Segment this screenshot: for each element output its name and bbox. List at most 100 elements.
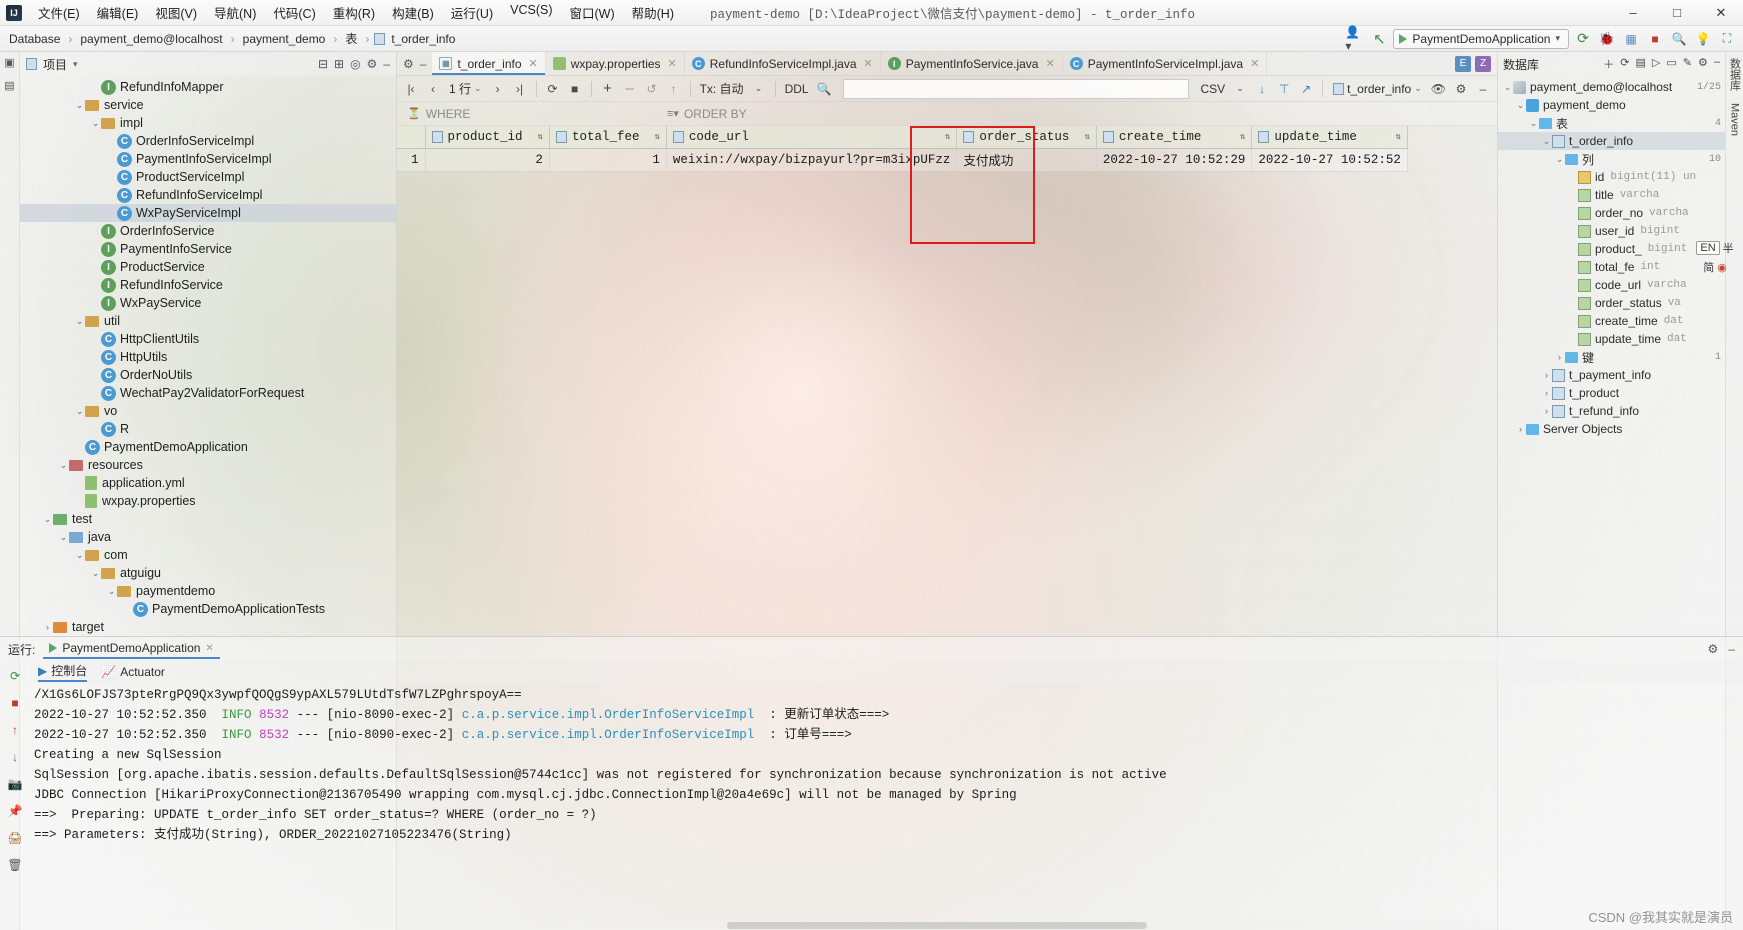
- chevron-down-icon[interactable]: ⌄: [74, 100, 85, 111]
- table-selector[interactable]: t_order_info ⌄: [1329, 82, 1426, 96]
- project-tree-item[interactable]: I ProductService: [20, 258, 396, 276]
- print-icon[interactable]: 🖨: [6, 829, 24, 847]
- scroll-down-icon[interactable]: ↓: [6, 748, 24, 766]
- sort-icon[interactable]: ⇅: [528, 132, 543, 142]
- project-tree-item[interactable]: C PaymentInfoServiceImpl: [20, 150, 396, 168]
- database-tree-item[interactable]: › t_product: [1498, 384, 1725, 402]
- project-tree-item[interactable]: ⌄ util: [20, 312, 396, 330]
- menu-item-edit[interactable]: 编辑(E): [89, 0, 147, 25]
- left-strip-icon-project[interactable]: ▣: [4, 56, 14, 69]
- ime-settings-icon[interactable]: ◉: [1717, 261, 1727, 274]
- menu-item-navigate[interactable]: 导航(N): [206, 0, 264, 25]
- project-tree-item[interactable]: C HttpClientUtils: [20, 330, 396, 348]
- database-tree-item[interactable]: code_url varcha: [1498, 276, 1725, 294]
- ddl-button[interactable]: DDL: [782, 82, 812, 96]
- settings-icon[interactable]: ⚙: [367, 57, 378, 71]
- close-icon[interactable]: ✕: [864, 57, 873, 70]
- zoom-chip[interactable]: Z: [1475, 55, 1491, 72]
- project-tree-item[interactable]: application.yml: [20, 474, 396, 492]
- close-button[interactable]: ✕: [1699, 0, 1743, 26]
- upload-icon[interactable]: ⊤: [1274, 79, 1294, 99]
- search-icon[interactable]: 🔍: [814, 79, 835, 99]
- database-tree-item[interactable]: order_no varcha: [1498, 204, 1725, 222]
- close-icon[interactable]: ✕: [205, 643, 213, 654]
- chevron-right-icon[interactable]: ›: [1541, 370, 1552, 380]
- grid-cell-product_id[interactable]: 2: [425, 148, 550, 172]
- project-tree-item[interactable]: I RefundInfoMapper: [20, 78, 396, 96]
- project-tree-item[interactable]: C WxPayServiceImpl: [20, 204, 396, 222]
- database-tree-item[interactable]: ⌄ t_order_info: [1498, 132, 1725, 150]
- right-strip-item-database[interactable]: 数据库: [1727, 58, 1743, 91]
- hide-icon[interactable]: –: [383, 57, 390, 71]
- row-count-selector[interactable]: 1 行 ⌄: [445, 80, 486, 97]
- project-tree-item[interactable]: C PaymentDemoApplication: [20, 438, 396, 456]
- export-format-label[interactable]: CSV: [1197, 82, 1228, 96]
- grid-cell-create_time[interactable]: 2022-10-27 10:52:29: [1096, 148, 1253, 172]
- minimize-icon[interactable]: –: [1728, 642, 1735, 656]
- collapse-all-icon[interactable]: ⊟: [318, 57, 328, 71]
- project-tree-item[interactable]: I WxPayService: [20, 294, 396, 312]
- stop-icon[interactable]: ■: [1645, 29, 1665, 49]
- grid-column-header-update_time[interactable]: update_time ⇅: [1251, 126, 1408, 149]
- console-icon[interactable]: ▭: [1666, 56, 1676, 72]
- run-query-icon[interactable]: ▷: [1652, 56, 1660, 72]
- table-row[interactable]: 1 2 1 weixin://wxpay/bizpayurl?pr=m3ixpUFzz…: [397, 148, 1408, 172]
- grid-column-header-create_time[interactable]: create_time ⇅: [1096, 126, 1253, 149]
- project-tree-item[interactable]: › target: [20, 618, 396, 636]
- search-icon[interactable]: 🔍: [1669, 29, 1689, 49]
- chevron-down-icon[interactable]: ⌄: [74, 550, 85, 561]
- submit-changes-icon[interactable]: ↑: [664, 79, 684, 99]
- refresh-icon[interactable]: ⟳: [1620, 56, 1629, 72]
- project-tree-item[interactable]: C ProductServiceImpl: [20, 168, 396, 186]
- chevron-down-icon[interactable]: ⌄: [106, 586, 117, 597]
- hide-icon[interactable]: –: [420, 57, 427, 71]
- trash-icon[interactable]: 🗑: [6, 856, 24, 874]
- menu-item-vcs[interactable]: VCS(S): [502, 0, 560, 25]
- breadcrumb-item-datasource[interactable]: payment_demo@localhost: [77, 31, 225, 47]
- bulb-icon[interactable]: 💡: [1693, 29, 1713, 49]
- previous-page-button[interactable]: ‹: [423, 79, 443, 99]
- back-arrow-icon[interactable]: ↖: [1369, 29, 1389, 49]
- chevron-down-icon[interactable]: ⌄: [1528, 118, 1539, 129]
- scan-icon[interactable]: ⛶: [1717, 29, 1737, 49]
- stop-icon[interactable]: ■: [565, 79, 585, 99]
- chevron-down-icon[interactable]: ⌄: [74, 316, 85, 327]
- tab-actuator[interactable]: 📈 Actuator: [101, 665, 165, 679]
- minimize-icon[interactable]: –: [1473, 79, 1493, 99]
- project-tree-item[interactable]: ⌄ test: [20, 510, 396, 528]
- project-tree-item[interactable]: C WechatPay2ValidatorForRequest: [20, 384, 396, 402]
- encoding-chip[interactable]: E: [1455, 55, 1471, 72]
- project-tree-item[interactable]: I OrderInfoService: [20, 222, 396, 240]
- menu-item-window[interactable]: 窗口(W): [562, 0, 623, 25]
- expand-all-icon[interactable]: ⊞: [334, 57, 344, 71]
- close-icon[interactable]: ✕: [1045, 57, 1054, 70]
- table-icon[interactable]: ▤: [1636, 56, 1646, 72]
- grid-column-header-total_fee[interactable]: total_fee ⇅: [549, 126, 667, 149]
- first-page-button[interactable]: |‹: [401, 79, 421, 99]
- coverage-icon[interactable]: ▦: [1621, 29, 1641, 49]
- chevron-right-icon[interactable]: ›: [1515, 424, 1526, 434]
- ime-width-mode[interactable]: 半: [1723, 240, 1734, 256]
- project-tree-item[interactable]: C PaymentDemoApplicationTests: [20, 600, 396, 618]
- project-tree-item[interactable]: C OrderNoUtils: [20, 366, 396, 384]
- project-tree-item[interactable]: ⌄ vo: [20, 402, 396, 420]
- ime-script-mode[interactable]: 简: [1703, 259, 1714, 275]
- grid-column-header-code_url[interactable]: code_url ⇅: [666, 126, 958, 149]
- database-tree-item[interactable]: › 键 1: [1498, 348, 1725, 366]
- database-tree-item[interactable]: total_fe int: [1498, 258, 1725, 276]
- project-tree-item[interactable]: C HttpUtils: [20, 348, 396, 366]
- chevron-right-icon[interactable]: ›: [42, 622, 53, 632]
- menu-item-build[interactable]: 构建(B): [384, 0, 442, 25]
- database-tree-item[interactable]: id bigint(11) un: [1498, 168, 1725, 186]
- last-page-button[interactable]: ›|: [510, 79, 530, 99]
- edit-icon[interactable]: ✎: [1683, 56, 1692, 72]
- project-scope-chevron-icon[interactable]: ▾: [73, 59, 78, 70]
- grid-filter-input[interactable]: [842, 78, 1190, 99]
- grid-cell-update_time[interactable]: 2022-10-27 10:52:52: [1251, 148, 1408, 172]
- menu-item-run[interactable]: 运行(U): [443, 0, 501, 25]
- database-tree-item[interactable]: product_ bigint: [1498, 240, 1725, 258]
- database-tree-item[interactable]: ⌄ 列 10: [1498, 150, 1725, 168]
- breadcrumb-item-tables[interactable]: 表: [342, 29, 360, 48]
- run-configuration-selector[interactable]: PaymentDemoApplication ▾: [1393, 28, 1569, 49]
- database-tree-item[interactable]: title varcha: [1498, 186, 1725, 204]
